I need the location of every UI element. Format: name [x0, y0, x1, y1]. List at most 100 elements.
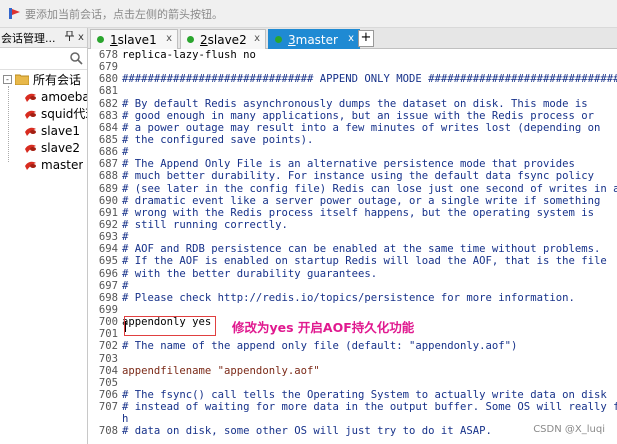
line-number: 690: [98, 194, 118, 207]
code-line: 687 # The Append Only File is an alternat…: [88, 158, 617, 170]
line-number: 683: [98, 109, 118, 122]
annotation-text: 修改为yes 开启AOF持久化功能: [232, 320, 415, 335]
line-text: # dramatic event like a server power out…: [122, 194, 601, 207]
arrow-bookmark-icon: [8, 7, 21, 20]
code-line: 692 # still running correctly.: [88, 219, 617, 231]
session-label: squid代理: [41, 107, 87, 121]
line-text: h: [122, 413, 129, 426]
code-line: 680 ############################## APPEND…: [88, 73, 617, 85]
session-label: slave2: [41, 140, 81, 155]
code-line: 686 #: [88, 146, 617, 158]
line-number: 698: [98, 291, 118, 304]
tree-root-label: 所有会话: [33, 73, 82, 87]
line-number: 708: [98, 425, 118, 438]
line-text: # wrong with the Redis process itself ha…: [122, 206, 594, 219]
close-panel-icon[interactable]: x: [75, 32, 87, 43]
session-item-slave1[interactable]: slave1: [0, 122, 87, 139]
line-number: 694: [98, 243, 118, 256]
add-tab-button[interactable]: +: [358, 30, 374, 47]
watermark: CSDN @X_luqi: [531, 424, 607, 435]
line-text: # instead of waiting for more data in th…: [122, 401, 617, 414]
collapse-icon[interactable]: -: [3, 75, 12, 84]
line-text: # The fsync() call tells the Operating S…: [122, 388, 607, 401]
tab-slave1[interactable]: 1 slave1 x: [90, 29, 178, 49]
terminal-editor[interactable]: 678 replica-lazy-flush no 679 680 ##########…: [88, 49, 617, 444]
tab-slave2[interactable]: 2 slave2 x: [180, 29, 266, 49]
line-text: # Please check http://redis.io/topics/pe…: [122, 291, 575, 304]
line-text: #: [122, 279, 129, 292]
line-text: # still running correctly.: [122, 218, 288, 231]
line-text: # By default Redis asynchronously dumps …: [122, 97, 588, 110]
tab-label: slave1: [117, 32, 157, 47]
code-line: 678 replica-lazy-flush no: [88, 49, 617, 61]
session-label: slave1: [41, 123, 81, 138]
line-number: 681: [98, 85, 118, 98]
close-tab-icon[interactable]: x: [166, 33, 172, 44]
code-line: 690 # dramatic event like a server power …: [88, 195, 617, 207]
line-number: 696: [98, 267, 118, 280]
line-number: 686: [98, 146, 118, 159]
code-line: 681: [88, 85, 617, 97]
connected-status-icon: [275, 36, 282, 43]
line-number: 697: [98, 279, 118, 292]
line-number: 682: [98, 97, 118, 110]
line-number: 705: [98, 376, 118, 389]
code-line: 689 # (see later in the config file) Redi…: [88, 183, 617, 195]
line-number: 680: [98, 73, 118, 86]
line-number: 702: [98, 340, 118, 353]
tab-label: master: [295, 32, 338, 47]
line-number: 688: [98, 170, 118, 183]
close-tab-icon[interactable]: x: [348, 33, 354, 44]
code-line: 702 # The name of the append only file (d…: [88, 340, 617, 352]
code-line: 679: [88, 61, 617, 73]
line-text: # much better durability. For instance u…: [122, 170, 594, 183]
line-text: # data on disk, some other OS will just …: [122, 425, 492, 438]
session-label: amoeba: [41, 89, 87, 104]
line-number: 684: [98, 121, 118, 134]
line-number: 699: [98, 303, 118, 316]
code-line: 703: [88, 353, 617, 365]
line-number: 692: [98, 218, 118, 231]
tab-master[interactable]: 3 master x: [268, 29, 360, 49]
session-tree: - 所有会话 amoeba squid代理 slave1 slave2 mast…: [0, 70, 87, 173]
close-tab-icon[interactable]: x: [254, 33, 260, 44]
session-label: master: [41, 157, 84, 172]
line-text: appendfilename "appendonly.aof": [122, 364, 320, 377]
session-item-amoeba[interactable]: amoeba: [0, 88, 87, 105]
folder-icon: [14, 74, 30, 86]
line-number: 691: [98, 206, 118, 219]
code-line: 693 #: [88, 231, 617, 243]
code-line: 699: [88, 304, 617, 316]
tab-number: 1: [110, 32, 118, 47]
line-text: # the configured save points).: [122, 133, 314, 146]
code-line: 696 # with the better durability guarante…: [88, 268, 617, 280]
session-item-squid[interactable]: squid代理: [0, 105, 87, 122]
code-line: 688 # much better durability. For instanc…: [88, 170, 617, 182]
line-text: # with the better durability guarantees.: [122, 267, 378, 280]
code-line: 694 # AOF and RDB persistence can be enab…: [88, 243, 617, 255]
pin-icon[interactable]: [63, 30, 75, 44]
line-text: # good enough in many applications, but …: [122, 109, 594, 122]
tree-root[interactable]: - 所有会话: [0, 71, 87, 88]
line-text: ############################## APPEND ON…: [122, 73, 617, 86]
code-line: 684 # a power outage may result into a fe…: [88, 122, 617, 134]
search-icon[interactable]: [69, 51, 83, 65]
session-manager-panel: 会话管理... x - 所有会话 amoeba squid代理 slave1: [0, 28, 88, 444]
line-number: 685: [98, 133, 118, 146]
redis-icon: [24, 125, 38, 137]
session-item-slave2[interactable]: slave2: [0, 139, 87, 156]
line-text: # If the AOF is enabled on startup Redis…: [122, 255, 607, 268]
redis-icon: [24, 91, 38, 103]
line-text: # (see later in the config file) Redis c…: [122, 182, 617, 195]
tab-number: 3: [288, 32, 296, 47]
line-text: # a power outage may result into a few m…: [122, 121, 601, 134]
editor-lines: 678 replica-lazy-flush no 679 680 ##########…: [88, 49, 617, 438]
session-item-master[interactable]: master: [0, 156, 87, 173]
session-search[interactable]: [0, 48, 87, 70]
connected-status-icon: [187, 36, 194, 43]
tree-guide-line: [8, 86, 9, 162]
hint-text: 要添加当前会话，点击左侧的箭头按钮。: [25, 7, 223, 21]
code-line: 706 # The fsync() call tells the Operatin…: [88, 389, 617, 401]
line-number: 700: [98, 316, 118, 329]
line-number: 689: [98, 182, 118, 195]
